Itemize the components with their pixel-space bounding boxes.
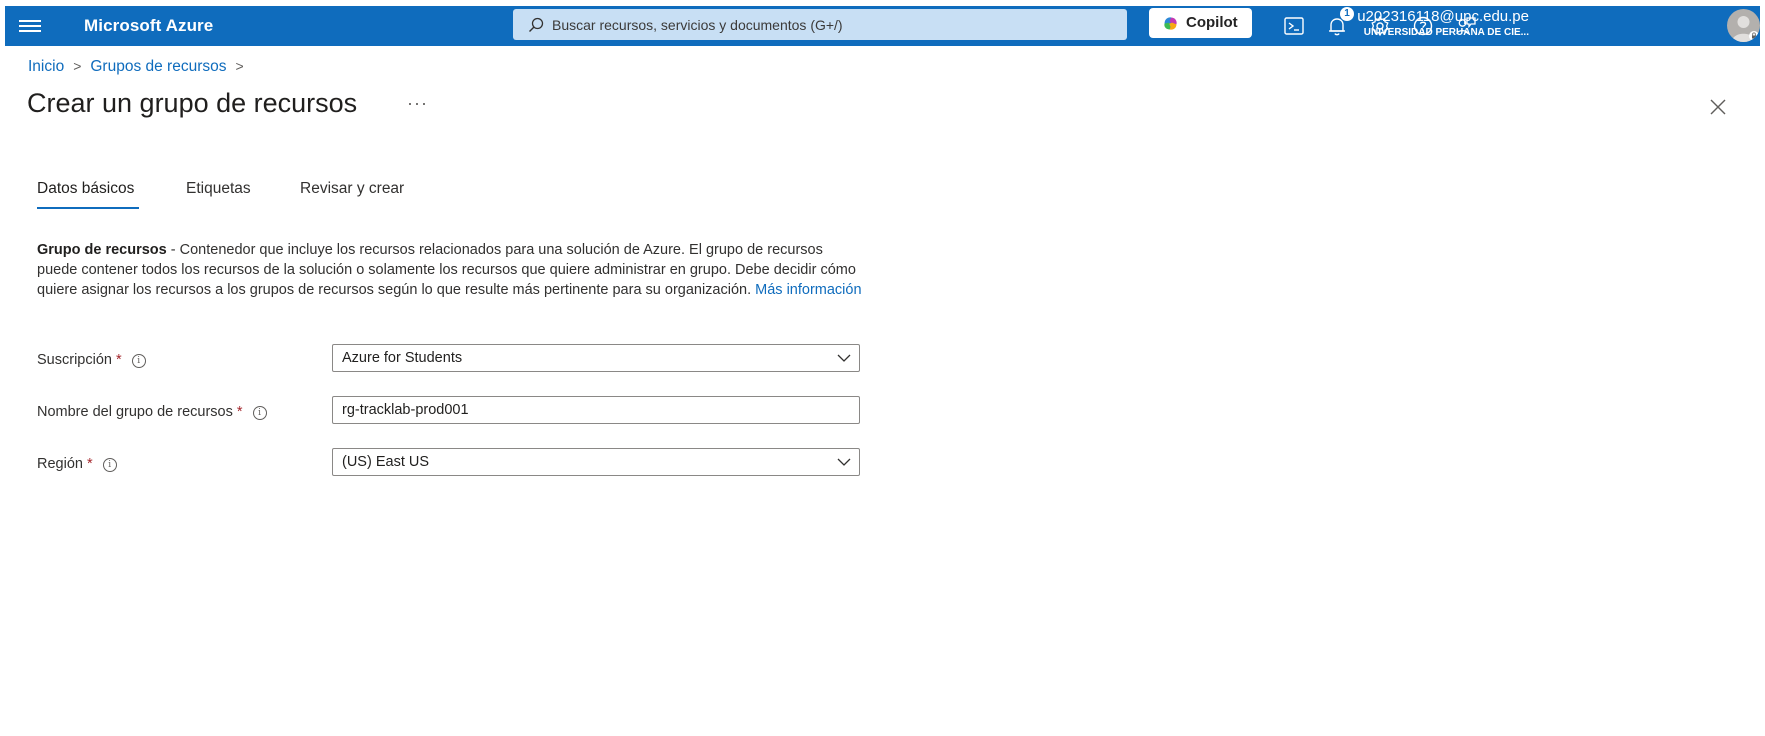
close-icon[interactable] (1708, 97, 1728, 117)
required-marker: * (86, 456, 93, 472)
learn-more-link[interactable]: Más información (755, 282, 861, 298)
user-email: u202316118@upc.edu.pe (1357, 8, 1529, 25)
more-options-button[interactable]: ··· (407, 93, 428, 114)
copilot-logo-icon (1164, 17, 1177, 30)
copilot-button[interactable]: Copilot (1149, 8, 1252, 38)
hamburger-icon[interactable] (19, 17, 41, 35)
resource-group-name-input[interactable] (332, 396, 860, 424)
tab-etiquetas[interactable]: Etiquetas (186, 180, 251, 198)
resource-group-description: Grupo de recursos - Contenedor que inclu… (37, 240, 867, 300)
global-search[interactable] (513, 9, 1127, 40)
breadcrumb: Inicio > Grupos de recursos > (28, 58, 253, 76)
avatar[interactable] (1727, 9, 1760, 42)
resource-group-name-label: Nombre del grupo de recursos * i (37, 404, 267, 420)
copilot-label: Copilot (1186, 14, 1238, 31)
user-organization: UNIVERSIDAD PERUANA DE CIE... (1363, 27, 1529, 38)
info-icon[interactable]: i (131, 354, 146, 368)
search-input[interactable] (552, 9, 1112, 40)
required-marker: * (236, 404, 243, 420)
tab-revisar-y-crear[interactable]: Revisar y crear (300, 180, 404, 198)
region-dropdown[interactable]: (US) East US (332, 448, 860, 476)
breadcrumb-resource-groups-link[interactable]: Grupos de recursos (90, 58, 226, 75)
region-label-text: Región (37, 456, 83, 472)
notification-badge: 1 (1340, 7, 1354, 21)
brand-logo-text[interactable]: Microsoft Azure (84, 16, 213, 36)
breadcrumb-home-link[interactable]: Inicio (28, 58, 64, 75)
chevron-right-icon: > (235, 58, 244, 74)
region-label: Región * i (37, 456, 117, 472)
info-icon[interactable]: i (252, 406, 267, 420)
page-title: Crear un grupo de recursos (27, 88, 358, 118)
required-marker: * (115, 352, 122, 368)
resource-group-name-label-text: Nombre del grupo de recursos (37, 404, 233, 420)
user-avatar-icon (1732, 16, 1759, 42)
subscription-label-text: Suscripción (37, 352, 112, 368)
chevron-right-icon: > (73, 58, 82, 74)
subscription-value: Azure for Students (342, 350, 463, 366)
top-navigation-bar: Microsoft Azure Copilot 1 (5, 6, 1760, 46)
active-tab-indicator (37, 207, 139, 209)
chevron-down-icon (837, 354, 851, 362)
description-term: Grupo de recursos (37, 242, 167, 258)
cloud-shell-icon[interactable] (1282, 14, 1306, 38)
chevron-down-icon (837, 458, 851, 466)
tab-datos-basicos[interactable]: Datos básicos (37, 180, 134, 198)
subscription-label: Suscripción * i (37, 352, 146, 368)
info-icon[interactable]: i (102, 458, 117, 472)
subscription-dropdown[interactable]: Azure for Students (332, 344, 860, 372)
search-icon (529, 17, 544, 32)
region-value: (US) East US (342, 454, 430, 470)
